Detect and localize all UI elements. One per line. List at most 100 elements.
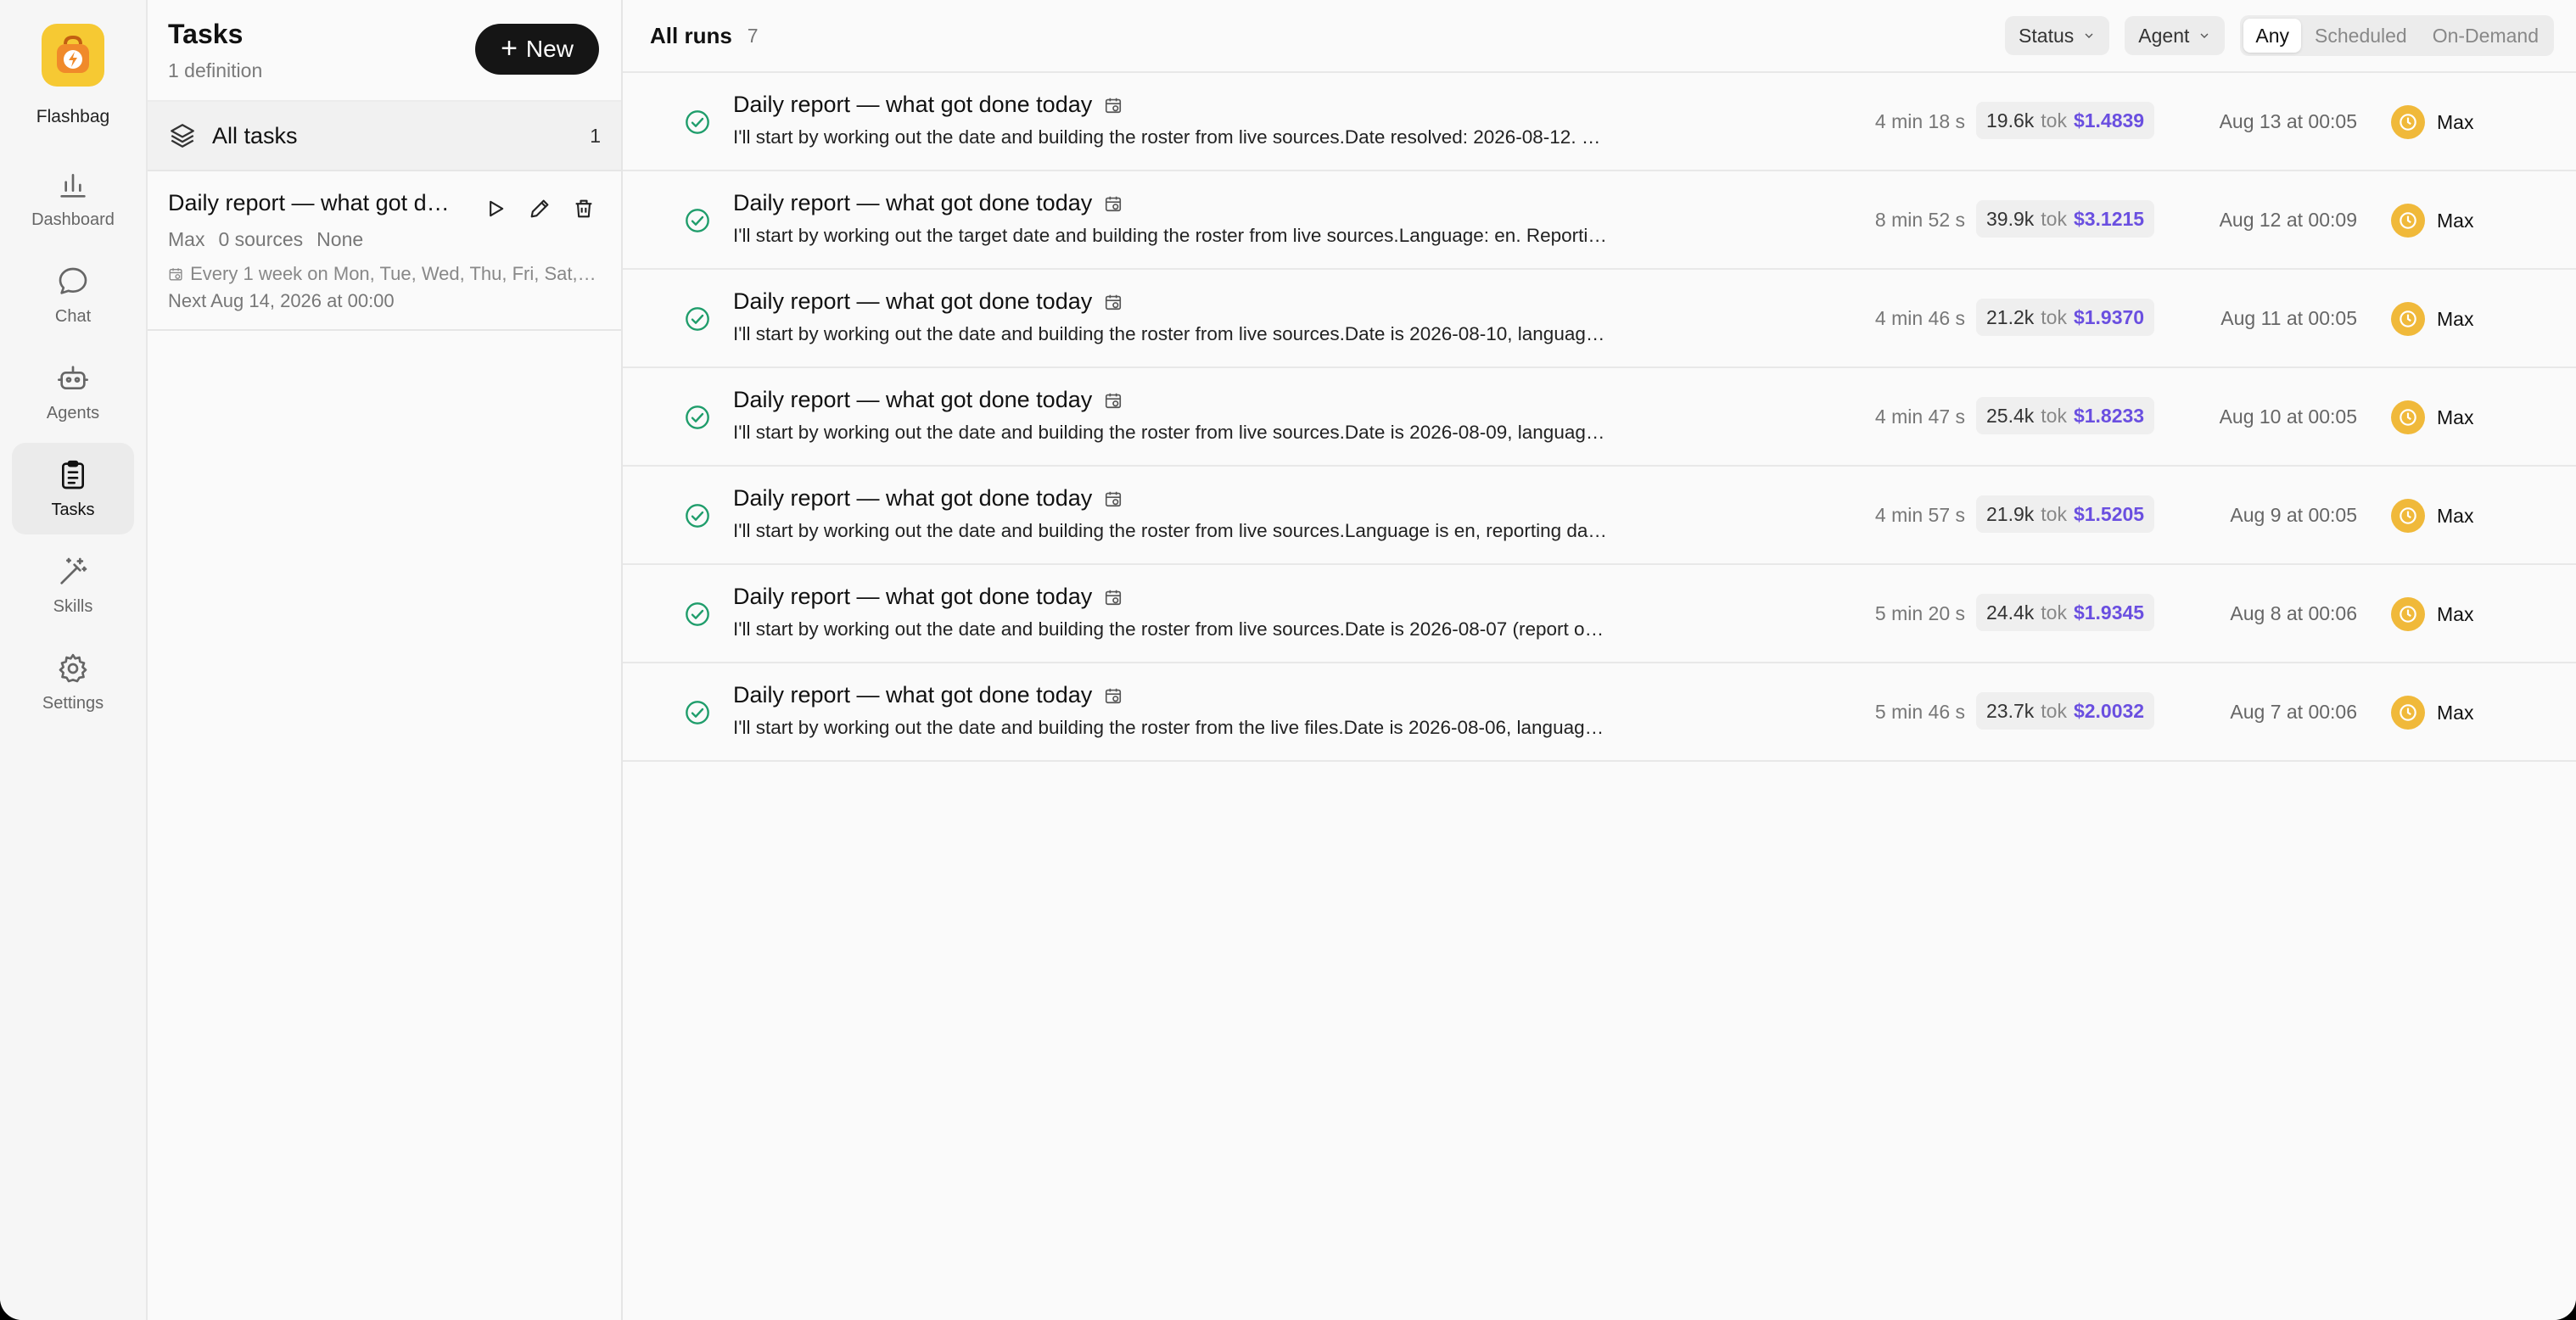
run-date: Aug 9 at 00:05 (2230, 504, 2357, 526)
nav-item-settings[interactable]: Settings (12, 636, 134, 728)
run-title-row: Daily report — what got done today (733, 387, 1607, 413)
run-tokens-unit: tok (2041, 404, 2067, 427)
edit-pencil-icon[interactable] (528, 197, 552, 221)
run-cost: $1.5205 (2073, 502, 2145, 525)
run-description: I'll start by working out the date and b… (733, 422, 1607, 443)
segment-any[interactable]: Any (2243, 19, 2302, 53)
run-duration: 4 min 46 s (1874, 307, 1965, 329)
run-cost: $2.0032 (2073, 699, 2145, 722)
run-title: Daily report — what got done today (733, 682, 1093, 708)
run-agent-name: Max (2437, 110, 2474, 133)
run-row[interactable]: Daily report — what got done today I'll s… (623, 467, 2576, 565)
run-description: I'll start by working out the date and b… (733, 717, 1607, 738)
task-schedule-text: Every 1 week on Mon, Tue, Wed, Thu, Fri,… (190, 263, 601, 284)
all-tasks-item[interactable]: All tasks 1 (148, 102, 621, 171)
agent-filter-label: Agent (2138, 24, 2190, 47)
run-play-icon[interactable] (484, 197, 507, 221)
run-tokens: 21.2k (1986, 305, 2035, 328)
run-usage-badge: 24.4k tok $1.9345 (1976, 594, 2155, 631)
run-description: I'll start by working out the target dat… (733, 225, 1607, 246)
nav-item-chat[interactable]: Chat (12, 249, 134, 341)
nav-item-dashboard[interactable]: Dashboard (12, 153, 134, 244)
run-agent-name: Max (2437, 209, 2474, 232)
success-check-icon (686, 701, 709, 724)
run-agent[interactable]: Max (2391, 105, 2473, 139)
run-title: Daily report — what got done today (733, 288, 1093, 314)
segment-scheduled[interactable]: Scheduled (2303, 19, 2419, 53)
run-row[interactable]: Daily report — what got done today I'll s… (623, 270, 2576, 368)
all-tasks-count: 1 (590, 124, 601, 147)
run-row[interactable]: Daily report — what got done today I'll s… (623, 663, 2576, 762)
run-agent[interactable]: Max (2391, 400, 2473, 434)
success-check-icon (686, 307, 709, 331)
run-row[interactable]: Daily report — what got done today I'll s… (623, 368, 2576, 467)
run-row[interactable]: Daily report — what got done today I'll s… (623, 73, 2576, 171)
run-main: Daily report — what got done today I'll s… (733, 387, 1607, 444)
nav-item-tasks[interactable]: Tasks (12, 443, 134, 534)
tasks-subtitle: 1 definition (168, 59, 263, 81)
run-tokens: 24.4k (1986, 601, 2035, 624)
run-agent[interactable]: Max (2391, 204, 2473, 238)
runs-title: All runs (650, 22, 732, 48)
app-logo[interactable] (42, 24, 104, 87)
run-tokens: 25.4k (1986, 404, 2035, 427)
scheduled-calendar-icon (1106, 688, 1122, 703)
nav-item-skills[interactable]: Skills (12, 540, 134, 631)
run-title-row: Daily report — what got done today (733, 682, 1607, 708)
delete-trash-icon[interactable] (572, 197, 596, 221)
clock-icon (2400, 606, 2416, 623)
run-tokens-unit: tok (2041, 601, 2067, 624)
run-agent[interactable]: Max (2391, 302, 2473, 336)
flashbag-logo-icon (57, 35, 89, 73)
run-usage-badge: 19.6k tok $1.4839 (1976, 102, 2155, 139)
agent-avatar (2391, 400, 2425, 434)
run-agent-name: Max (2437, 602, 2474, 625)
run-row[interactable]: Daily report — what got done today I'll s… (623, 171, 2576, 270)
run-tokens: 19.6k (1986, 109, 2035, 131)
run-cost: $1.4839 (2073, 109, 2145, 131)
segment-on-demand[interactable]: On-Demand (2421, 19, 2551, 53)
robot-icon (58, 365, 88, 389)
clock-icon (2400, 507, 2416, 524)
run-agent[interactable]: Max (2391, 696, 2473, 730)
run-agent[interactable]: Max (2391, 597, 2473, 631)
run-duration: 4 min 57 s (1874, 504, 1965, 526)
task-title: Daily report — what got done today (168, 190, 456, 215)
nav-item-label: Dashboard (31, 210, 115, 229)
run-agent-name: Max (2437, 701, 2474, 724)
run-cost: $3.1215 (2073, 207, 2145, 230)
agent-avatar (2391, 499, 2425, 533)
task-card[interactable]: Daily report — what got done today Max 0… (148, 171, 621, 331)
task-meta: Max 0 sources None (168, 228, 601, 251)
run-usage-badge: 21.2k tok $1.9370 (1976, 299, 2155, 336)
run-title: Daily report — what got done today (733, 387, 1093, 412)
clipboard-icon (62, 460, 84, 489)
all-tasks-label: All tasks (212, 122, 298, 148)
nav-item-label: Agents (46, 403, 100, 422)
agent-filter-dropdown[interactable]: Agent (2125, 16, 2226, 55)
agent-avatar (2391, 696, 2425, 730)
agent-avatar (2391, 105, 2425, 139)
run-main: Daily report — what got done today I'll s… (733, 92, 1607, 148)
run-description: I'll start by working out the date and b… (733, 520, 1607, 541)
clock-icon (2400, 310, 2416, 327)
task-extra: None (316, 228, 364, 250)
run-tokens-unit: tok (2041, 699, 2067, 722)
run-agent[interactable]: Max (2391, 499, 2473, 533)
status-filter-dropdown[interactable]: Status (2005, 16, 2110, 55)
run-usage-badge: 25.4k tok $1.8233 (1976, 397, 2155, 434)
runs-header: All runs 7 Status Agent Any Scheduled On-D… (623, 0, 2576, 73)
run-title-row: Daily report — what got done today (733, 92, 1607, 118)
scheduled-calendar-icon (1106, 590, 1122, 605)
run-duration: 4 min 18 s (1874, 110, 1965, 132)
tasks-panel: Tasks 1 definition + New All tasks 1 Dai… (148, 0, 623, 1320)
run-tokens-unit: tok (2041, 207, 2067, 230)
run-row[interactable]: Daily report — what got done today I'll s… (623, 565, 2576, 663)
chevron-down-icon (2085, 33, 2093, 38)
run-tokens-unit: tok (2041, 109, 2067, 131)
task-sources: 0 sources (218, 228, 304, 250)
scheduled-calendar-icon (1106, 98, 1122, 113)
nav-item-agents[interactable]: Agents (12, 346, 134, 438)
success-check-icon (686, 110, 709, 134)
new-task-button[interactable]: + New (475, 24, 599, 75)
